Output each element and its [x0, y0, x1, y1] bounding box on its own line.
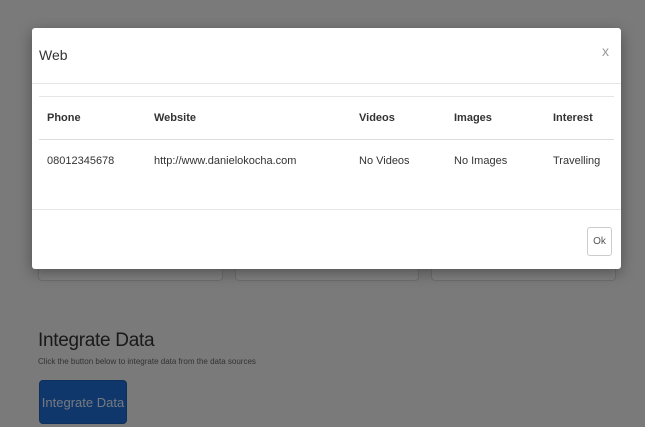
details-table: Phone Website Videos Images Interest 080…: [39, 96, 614, 182]
ok-button[interactable]: Ok: [587, 227, 612, 256]
cell-images: No Images: [454, 155, 508, 167]
cell-phone: 08012345678: [47, 155, 115, 167]
cell-videos: No Videos: [359, 155, 410, 167]
column-header-videos: Videos: [351, 96, 446, 140]
cell-interest: Travelling: [553, 155, 601, 167]
cell-website: http://www.danielokocha.com: [154, 155, 297, 167]
modal-header: Web x: [32, 28, 621, 84]
close-icon[interactable]: x: [602, 44, 609, 58]
column-header-phone: Phone: [39, 96, 146, 140]
details-table-container: Phone Website Videos Images Interest 080…: [39, 96, 614, 182]
modal-footer: Ok: [32, 209, 621, 270]
column-header-interest: Interest: [545, 96, 614, 140]
modal-title: Web: [39, 47, 68, 63]
column-header-images: Images: [446, 96, 545, 140]
table-header-row: Phone Website Videos Images Interest: [39, 96, 614, 140]
column-header-website: Website: [146, 96, 351, 140]
web-modal: Web x Phone Website Videos Images Intere…: [32, 28, 621, 269]
table-row: 08012345678 http://www.danielokocha.com …: [39, 140, 614, 183]
